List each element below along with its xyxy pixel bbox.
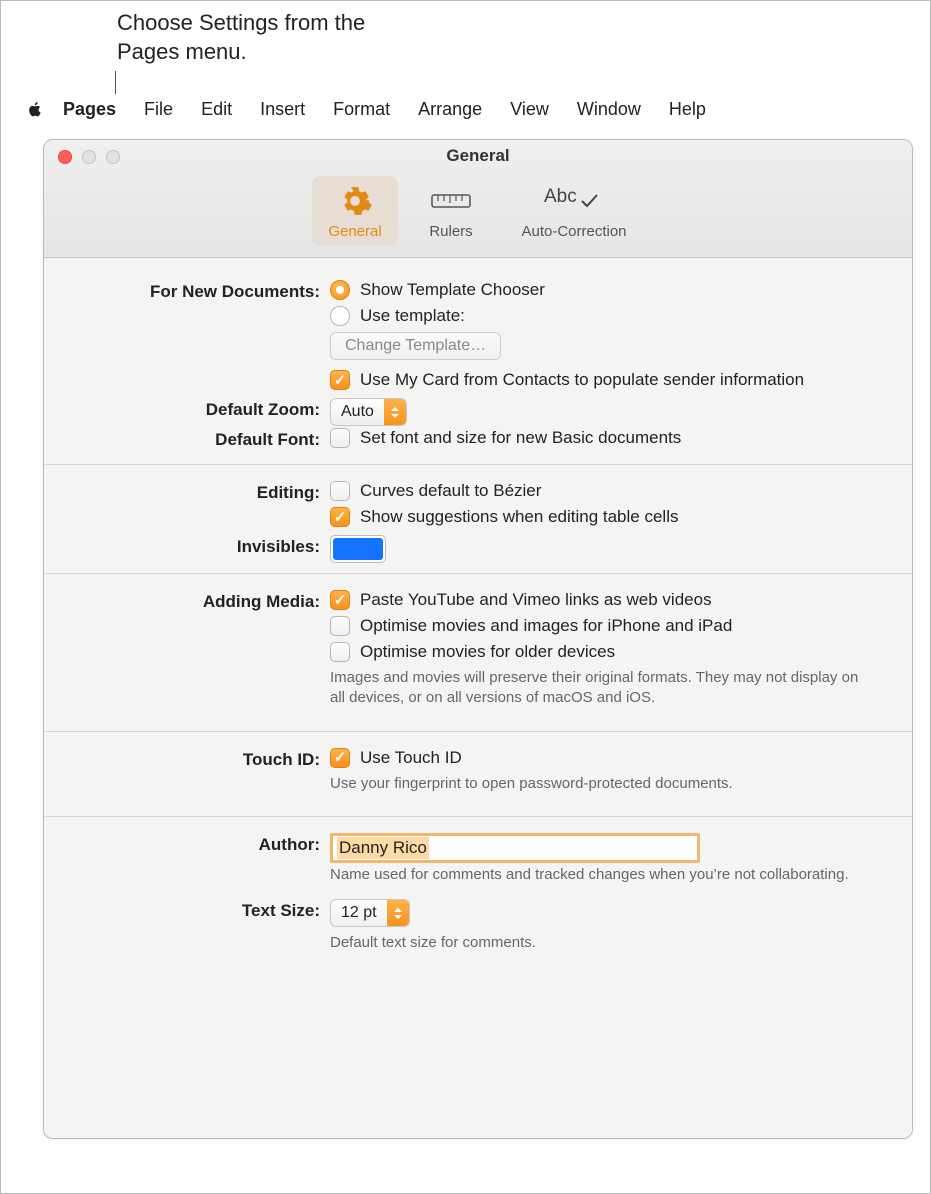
popup-value: 12 pt bbox=[331, 904, 387, 922]
divider bbox=[44, 731, 912, 732]
stepper-arrows-icon bbox=[387, 900, 409, 926]
text-size-popup[interactable]: 12 pt bbox=[330, 899, 410, 927]
tab-label: Rulers bbox=[429, 223, 472, 240]
author-label: Author: bbox=[74, 833, 330, 855]
toolbar-tabs: General Rulers Abc Auto-Correction bbox=[312, 176, 644, 246]
checkbox-icon bbox=[330, 748, 350, 768]
callout-text: Choose Settings from the Pages menu. bbox=[117, 9, 397, 66]
tab-label: General bbox=[328, 223, 381, 240]
invisibles-label: Invisibles: bbox=[74, 535, 330, 557]
titlebar: General General Rulers Abc bbox=[44, 140, 912, 258]
checkbox-use-touch-id[interactable]: Use Touch ID bbox=[330, 748, 882, 768]
svg-text:Abc: Abc bbox=[544, 186, 577, 207]
menu-item-pages[interactable]: Pages bbox=[49, 95, 130, 124]
default-zoom-popup[interactable]: Auto bbox=[330, 398, 407, 426]
abc-check-icon: Abc bbox=[544, 183, 604, 219]
divider bbox=[44, 816, 912, 817]
checkbox-label: Use Touch ID bbox=[360, 748, 462, 768]
checkbox-optimise-iphone-ipad[interactable]: Optimise movies and images for iPhone an… bbox=[330, 616, 882, 636]
checkbox-set-font[interactable]: Set font and size for new Basic document… bbox=[330, 428, 882, 448]
tab-rulers[interactable]: Rulers bbox=[408, 176, 494, 246]
for-new-documents-label: For New Documents: bbox=[74, 280, 330, 302]
checkbox-icon bbox=[330, 370, 350, 390]
checkbox-optimise-older-devices[interactable]: Optimise movies for older devices bbox=[330, 642, 882, 662]
checkbox-label: Use My Card from Contacts to populate se… bbox=[360, 370, 804, 390]
tab-label: Auto-Correction bbox=[521, 223, 626, 240]
checkbox-icon bbox=[330, 616, 350, 636]
default-zoom-label: Default Zoom: bbox=[74, 398, 330, 420]
radio-use-template[interactable]: Use template: bbox=[330, 306, 882, 326]
change-template-button[interactable]: Change Template… bbox=[330, 332, 501, 360]
invisibles-color-well[interactable] bbox=[330, 535, 386, 563]
radio-show-template-chooser[interactable]: Show Template Chooser bbox=[330, 280, 882, 300]
checkbox-label: Show suggestions when editing table cell… bbox=[360, 507, 678, 527]
author-help: Name used for comments and tracked chang… bbox=[330, 865, 870, 885]
adding-media-label: Adding Media: bbox=[74, 590, 330, 612]
checkbox-label: Optimise movies and images for iPhone an… bbox=[360, 616, 732, 636]
stepper-arrows-icon bbox=[384, 399, 406, 425]
touch-id-help: Use your fingerprint to open password-pr… bbox=[330, 774, 870, 794]
checkbox-icon bbox=[330, 590, 350, 610]
menu-bar: Pages File Edit Insert Format Arrange Vi… bbox=[13, 94, 918, 124]
touch-id-label: Touch ID: bbox=[74, 748, 330, 770]
menu-item-window[interactable]: Window bbox=[563, 95, 655, 124]
checkbox-icon bbox=[330, 428, 350, 448]
menu-item-view[interactable]: View bbox=[496, 95, 563, 124]
default-font-label: Default Font: bbox=[74, 428, 330, 450]
popup-value: Auto bbox=[331, 403, 384, 421]
checkbox-label: Curves default to Bézier bbox=[360, 481, 541, 501]
divider bbox=[44, 573, 912, 574]
radio-label: Show Template Chooser bbox=[360, 280, 545, 300]
color-swatch bbox=[333, 538, 383, 560]
radio-icon bbox=[330, 306, 350, 326]
text-size-label: Text Size: bbox=[74, 899, 330, 921]
checkbox-label: Paste YouTube and Vimeo links as web vid… bbox=[360, 590, 712, 610]
menu-item-format[interactable]: Format bbox=[319, 95, 404, 124]
checkbox-icon bbox=[330, 481, 350, 501]
gear-icon bbox=[338, 183, 372, 219]
tab-general[interactable]: General bbox=[312, 176, 398, 246]
checkbox-table-suggestions[interactable]: Show suggestions when editing table cell… bbox=[330, 507, 882, 527]
radio-icon bbox=[330, 280, 350, 300]
menu-item-file[interactable]: File bbox=[130, 95, 187, 124]
checkbox-label: Set font and size for new Basic document… bbox=[360, 428, 681, 448]
adding-media-help: Images and movies will preserve their or… bbox=[330, 668, 870, 709]
tab-auto-correction[interactable]: Abc Auto-Correction bbox=[504, 176, 644, 246]
author-value: Danny Rico bbox=[337, 837, 429, 859]
checkbox-label: Optimise movies for older devices bbox=[360, 642, 615, 662]
checkbox-use-my-card[interactable]: Use My Card from Contacts to populate se… bbox=[330, 370, 882, 390]
editing-label: Editing: bbox=[74, 481, 330, 503]
checkbox-icon bbox=[330, 642, 350, 662]
menu-item-insert[interactable]: Insert bbox=[246, 95, 319, 124]
settings-content: For New Documents: Show Template Chooser… bbox=[44, 258, 912, 1138]
menu-item-arrange[interactable]: Arrange bbox=[404, 95, 496, 124]
settings-window: General General Rulers Abc bbox=[43, 139, 913, 1139]
ruler-icon bbox=[430, 183, 472, 219]
divider bbox=[44, 464, 912, 465]
text-size-help: Default text size for comments. bbox=[330, 933, 870, 953]
checkbox-icon bbox=[330, 507, 350, 527]
menu-item-help[interactable]: Help bbox=[655, 95, 720, 124]
checkbox-paste-web-videos[interactable]: Paste YouTube and Vimeo links as web vid… bbox=[330, 590, 882, 610]
apple-logo-icon[interactable] bbox=[21, 100, 49, 118]
menu-item-edit[interactable]: Edit bbox=[187, 95, 246, 124]
author-text-field[interactable]: Danny Rico bbox=[330, 833, 700, 863]
radio-label: Use template: bbox=[360, 306, 465, 326]
checkbox-curves-bezier[interactable]: Curves default to Bézier bbox=[330, 481, 882, 501]
window-title: General bbox=[44, 146, 912, 166]
